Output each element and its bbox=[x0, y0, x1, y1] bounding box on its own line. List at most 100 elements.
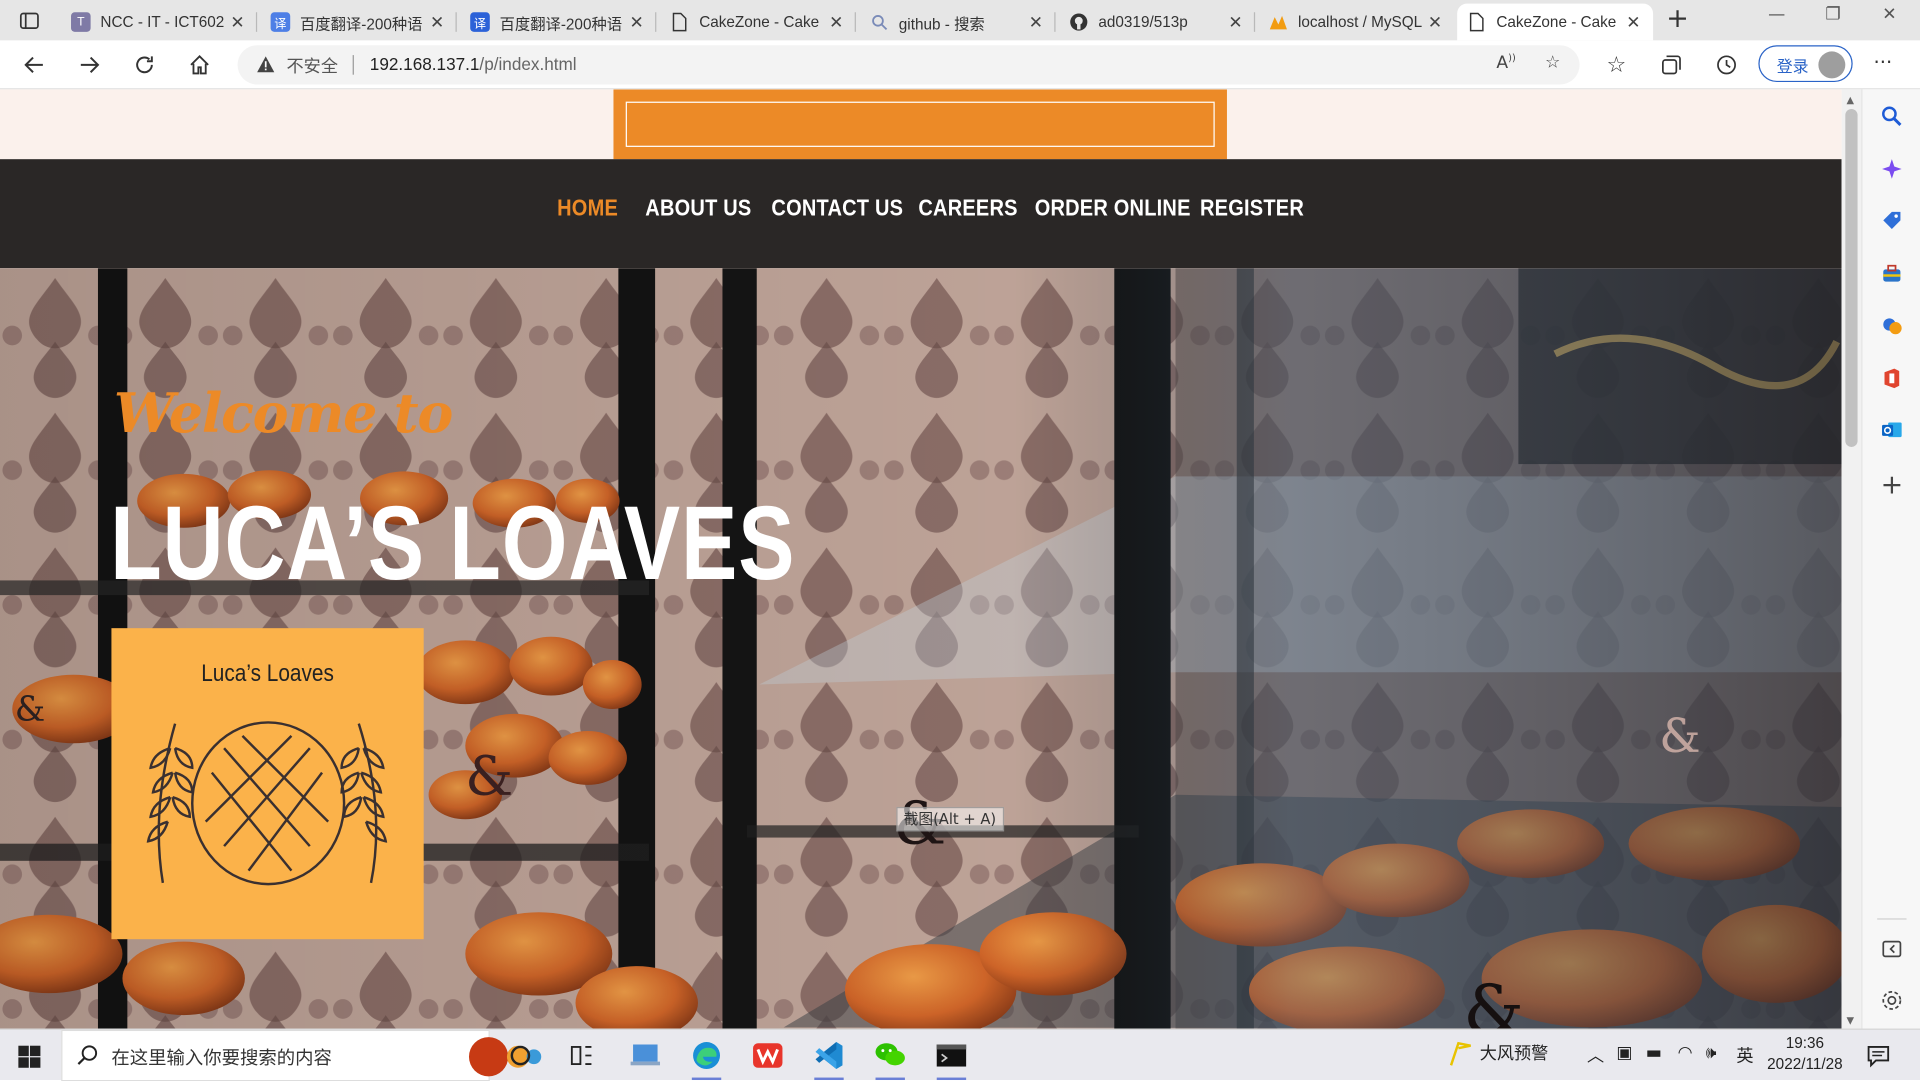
scroll-thumb[interactable] bbox=[1845, 108, 1858, 447]
minimize-button[interactable]: — bbox=[1749, 5, 1805, 34]
browser-tab[interactable]: 译 百度翻译-200种语 ✕ bbox=[460, 4, 657, 41]
close-tab-icon[interactable]: ✕ bbox=[1624, 12, 1644, 33]
tray-expand-icon[interactable]: ︿ bbox=[1587, 1043, 1604, 1067]
restore-button[interactable]: ❐ bbox=[1805, 5, 1861, 34]
more-options-icon[interactable]: ··· bbox=[1873, 50, 1892, 73]
close-tab-icon[interactable]: ✕ bbox=[228, 12, 248, 33]
nav-register[interactable]: REGISTER bbox=[1200, 196, 1304, 223]
taskbar-app-vscode[interactable] bbox=[811, 1037, 848, 1081]
url-divider bbox=[352, 55, 354, 75]
taskbar-search-placeholder: 在这里输入你要搜索的内容 bbox=[111, 1046, 332, 1069]
weather-widget[interactable]: 大风预警 bbox=[1447, 1041, 1548, 1068]
browser-toolbar: 不安全 192.168.137.1/p/index.html A)) ☆ ☆ 登… bbox=[0, 40, 1920, 90]
battery-icon[interactable]: ▬ bbox=[1646, 1043, 1662, 1063]
browser-tab[interactable]: github - 搜索 ✕ bbox=[860, 4, 1056, 41]
taskbar-app-wechat[interactable] bbox=[872, 1037, 909, 1081]
taskbar-search-box[interactable]: 在这里输入你要搜索的内容 bbox=[61, 1029, 542, 1081]
page-scrollbar[interactable]: ▲ ▼ bbox=[1841, 89, 1862, 1029]
browser-tab[interactable]: ad0319/513p ✕ bbox=[1059, 4, 1256, 41]
site-search-input[interactable] bbox=[625, 101, 1215, 147]
tab-title: 百度翻译-200种语 bbox=[300, 15, 423, 33]
site-topbar bbox=[0, 89, 1842, 160]
browser-tab[interactable]: 译 百度翻译-200种语 ✕ bbox=[261, 4, 457, 41]
page-icon bbox=[670, 12, 690, 32]
ime-indicator[interactable]: 英 bbox=[1736, 1043, 1753, 1067]
nav-about-us[interactable]: ABOUT US bbox=[645, 196, 751, 223]
address-bar[interactable]: 不安全 192.168.137.1/p/index.html A)) ☆ bbox=[237, 45, 1580, 85]
notification-icon bbox=[1867, 1046, 1890, 1068]
notification-center-button[interactable] bbox=[1866, 1043, 1890, 1072]
tab-title: CakeZone - Cake bbox=[1496, 13, 1617, 31]
close-tab-icon[interactable]: ✕ bbox=[627, 12, 647, 33]
back-button[interactable] bbox=[20, 50, 49, 79]
taskbar-app-wps[interactable] bbox=[749, 1037, 786, 1074]
forward-arrow-icon bbox=[80, 56, 100, 73]
favorites-button[interactable]: ☆ bbox=[1602, 50, 1631, 79]
insecure-label[interactable]: 不安全 bbox=[287, 54, 338, 78]
scroll-up-icon[interactable]: ▲ bbox=[1847, 94, 1855, 105]
sidebar-office-icon[interactable] bbox=[1880, 366, 1904, 390]
collections-button[interactable] bbox=[1657, 50, 1686, 79]
wifi-icon[interactable]: ◠ bbox=[1678, 1043, 1693, 1063]
sidebar-search-icon[interactable] bbox=[1880, 104, 1904, 128]
taskbar-app-terminal[interactable] bbox=[933, 1037, 970, 1081]
browser-tab[interactable]: CakeZone - Cake ✕ bbox=[660, 4, 856, 41]
wechat-icon bbox=[875, 1043, 905, 1066]
read-aloud-icon[interactable]: A)) bbox=[1494, 53, 1518, 77]
system-clock[interactable]: 19:36 2022/11/28 bbox=[1766, 1033, 1844, 1075]
close-tab-icon[interactable]: ✕ bbox=[1425, 12, 1445, 33]
task-view-icon[interactable] bbox=[563, 1037, 600, 1074]
home-icon bbox=[190, 55, 209, 75]
history-button[interactable] bbox=[1712, 50, 1741, 79]
nav-careers[interactable]: CAREERS bbox=[918, 196, 1017, 223]
weather-text: 大风预警 bbox=[1479, 1044, 1549, 1065]
search-icon bbox=[77, 1045, 98, 1065]
browser-tab[interactable]: T NCC - IT - ICT602 ✕ bbox=[61, 4, 258, 41]
forward-button[interactable] bbox=[75, 50, 104, 79]
sidebar-games-icon[interactable] bbox=[1880, 313, 1904, 337]
tab-title: github - 搜索 bbox=[898, 15, 985, 33]
close-window-button[interactable]: ✕ bbox=[1861, 5, 1917, 34]
logo-text: Luca’s Loaves bbox=[201, 660, 334, 687]
tray-device-icon[interactable]: ▣ bbox=[1616, 1043, 1632, 1063]
sidebar-discover-icon[interactable] bbox=[1880, 157, 1904, 181]
nav-home[interactable]: HOME bbox=[557, 196, 618, 223]
scroll-down-icon[interactable]: ▼ bbox=[1847, 1015, 1855, 1026]
add-favorite-icon[interactable]: ☆ bbox=[1540, 53, 1564, 77]
url-host: 192.168.137.1 bbox=[369, 53, 480, 74]
windows-logo-icon bbox=[18, 1045, 41, 1068]
close-tab-icon[interactable]: ✕ bbox=[427, 12, 447, 33]
sidebar-tools-icon[interactable] bbox=[1880, 261, 1904, 285]
reload-button[interactable] bbox=[130, 50, 159, 79]
sidebar-outlook-icon[interactable] bbox=[1880, 418, 1904, 442]
nav-order-online[interactable]: ORDER ONLINE bbox=[1035, 196, 1191, 223]
screen: T NCC - IT - ICT602 ✕ 译 百度翻译-200种语 ✕ 译 百… bbox=[0, 0, 1920, 1081]
warning-icon bbox=[257, 56, 275, 73]
sidebar-shopping-icon[interactable] bbox=[1880, 208, 1904, 232]
sidebar-add-icon[interactable]: + bbox=[1880, 470, 1904, 501]
tab-divider bbox=[1253, 12, 1256, 32]
sidebar-hide-icon[interactable] bbox=[1880, 937, 1904, 961]
baidu-translate-icon: 译 bbox=[270, 12, 291, 32]
edge-browser-icon bbox=[693, 1042, 721, 1069]
close-tab-icon[interactable]: ✕ bbox=[1026, 12, 1046, 33]
task-view-button[interactable] bbox=[502, 1037, 539, 1074]
start-button[interactable] bbox=[17, 1044, 41, 1073]
reload-icon bbox=[136, 56, 153, 74]
new-tab-button[interactable]: + bbox=[1663, 6, 1692, 35]
taskbar-app-pc[interactable] bbox=[627, 1037, 664, 1074]
taskbar-app-edge[interactable] bbox=[688, 1037, 725, 1081]
volume-icon[interactable]: 🕪 bbox=[1706, 1043, 1717, 1063]
tab-divider bbox=[455, 12, 457, 32]
sidebar-settings-icon[interactable] bbox=[1880, 988, 1904, 1012]
nav-contact-us[interactable]: CONTACT US bbox=[771, 196, 903, 223]
home-button[interactable] bbox=[185, 50, 214, 79]
url-text[interactable]: 192.168.137.1/p/index.html bbox=[370, 54, 577, 74]
browser-tab[interactable]: localhost / MySQL ✕ bbox=[1259, 4, 1455, 41]
browser-tab-active[interactable]: CakeZone - Cake ✕ bbox=[1457, 3, 1654, 41]
close-tab-icon[interactable]: ✕ bbox=[1226, 12, 1246, 33]
close-tab-icon[interactable]: ✕ bbox=[827, 12, 847, 33]
tab-actions-icon[interactable] bbox=[17, 9, 41, 33]
tab-divider bbox=[1054, 12, 1056, 32]
sign-in-button[interactable]: 登录 bbox=[1758, 45, 1853, 83]
